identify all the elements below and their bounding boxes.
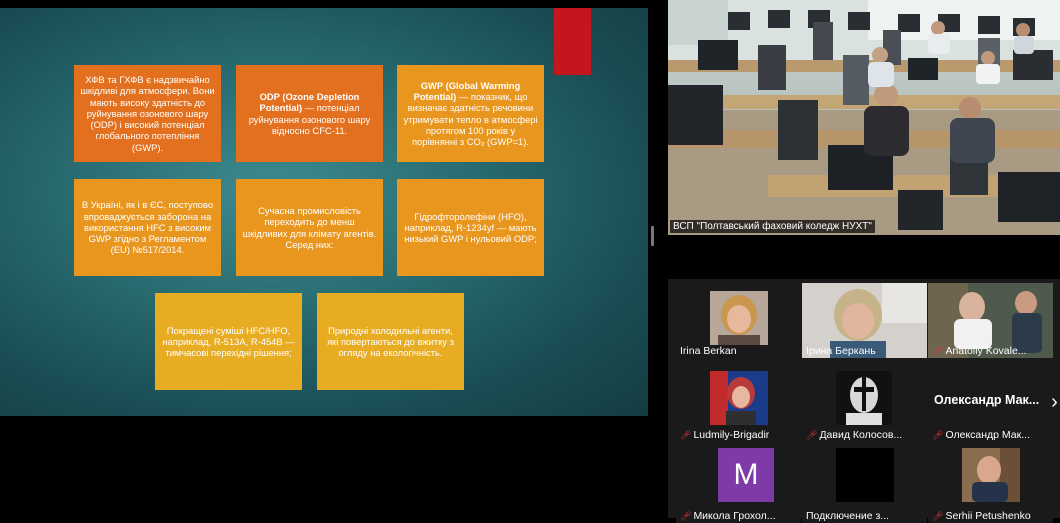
slide-box-run: ХФВ та ГХФВ є надзвичайно шкідливі для а… — [80, 74, 215, 153]
chevron-right-icon[interactable]: › — [1049, 391, 1060, 413]
participant-tile[interactable]: M 🎤︎ Микола Грохол... — [676, 448, 801, 523]
slide-box-natural: Природні холодильні агенти, які повертаю… — [317, 293, 464, 390]
slide-box-modern-industry: Сучасна промисловість переходить до менш… — [236, 179, 383, 276]
participant-gallery: Irina Berkan Ірина Беркань 🎤︎ Anatoliy Ko… — [668, 279, 1060, 523]
slide-box-text: GWP (Global Warming Potential) — показни… — [402, 80, 539, 147]
main-video-feed[interactable]: ВСП "Полтавський фаховий коледж НУХТ" — [668, 0, 1060, 235]
participant-name: 🎤︎ Anatoliy Kovale... — [932, 345, 1027, 357]
classroom-video-image — [668, 0, 1060, 235]
slide-box-text: Природні холодильні агенти, які повертаю… — [322, 325, 459, 359]
participant-display-name: Олександр Мак... — [934, 393, 1040, 407]
participant-video-blank — [836, 448, 894, 502]
participant-tile[interactable]: 🎤︎ Ludmily-Brigadir — [676, 367, 801, 442]
participant-name: 🎤︎ Ludmily-Brigadir — [680, 429, 770, 441]
slide-box-run: Сучасна промисловість переходить до менш… — [242, 205, 377, 250]
slide-box-text: ODP (Ozone Depletion Potential) — потенц… — [241, 91, 378, 136]
participant-video-image — [836, 371, 892, 425]
mic-muted-icon: 🎤︎ — [680, 430, 692, 440]
participant-tile[interactable]: Ірина Беркань — [802, 283, 927, 358]
slide-box-hfo: Гідрофторолефіни (HFO), наприклад, R-123… — [397, 179, 544, 276]
mic-muted-icon: 🎤︎ — [680, 511, 692, 521]
participant-name: 🎤︎ Serhii Petushenko — [932, 510, 1031, 522]
slide-accent-bar — [554, 8, 591, 75]
slide-box-run: Гідрофторолефіни (HFO), наприклад, R-123… — [404, 210, 537, 245]
participant-name: Подключение з... — [806, 510, 890, 522]
slide-box-text: В Україні, як і в ЄС, поступово впровадж… — [79, 199, 216, 255]
slide-box-odp: ODP (Ozone Depletion Potential) — потенц… — [236, 65, 383, 162]
participant-tile[interactable]: Подключение з... — [802, 448, 927, 523]
participant-name: Ірина Беркань — [806, 345, 876, 357]
participant-name: 🎤︎ Давид Колосов... — [806, 429, 903, 441]
participant-tile[interactable]: 🎤︎ Давид Колосов... — [802, 367, 927, 442]
slide-box-text: ХФВ та ГХФВ є надзвичайно шкідливі для а… — [79, 74, 216, 152]
slide-box-run: Природні холодильні агенти, які повертаю… — [327, 324, 454, 359]
participant-name: Irina Berkan — [680, 345, 737, 357]
participant-video-image — [710, 371, 768, 425]
participant-video-image — [710, 291, 768, 345]
slide-box-text: Гідрофторолефіни (HFO), наприклад, R-123… — [402, 211, 539, 245]
slide-box-hfc-hchfc: ХФВ та ГХФВ є надзвичайно шкідливі для а… — [74, 65, 221, 162]
participant-initial-avatar: M — [718, 448, 774, 502]
shared-slide: ХФВ та ГХФВ є надзвичайно шкідливі для а… — [0, 8, 648, 416]
slide-box-run: Покращені суміші HFC/HFO, наприклад, R-5… — [162, 324, 295, 359]
slide-box-text: Сучасна промисловість переходить до менш… — [241, 205, 378, 250]
slide-box-blends: Покращені суміші HFC/HFO, наприклад, R-5… — [155, 293, 302, 390]
split-resize-handle[interactable] — [651, 226, 654, 246]
participant-tile[interactable]: 🎤︎ Anatoliy Kovale... — [928, 283, 1053, 358]
participant-tile[interactable]: Олександр Мак... 🎤︎ Олександр Мак... — [928, 367, 1053, 442]
participant-tile[interactable]: 🎤︎ Serhii Petushenko — [928, 448, 1053, 523]
slide-box-gwp: GWP (Global Warming Potential) — показни… — [397, 65, 544, 162]
mic-muted-icon: 🎤︎ — [932, 511, 944, 521]
participant-video-image — [962, 448, 1020, 502]
participant-name: 🎤︎ Олександр Мак... — [932, 429, 1030, 441]
participant-name: 🎤︎ Микола Грохол... — [680, 510, 776, 522]
slide-box-ukraine-eu: В Україні, як і в ЄС, поступово впровадж… — [74, 179, 221, 276]
slide-box-text: Покращені суміші HFC/HFO, наприклад, R-5… — [160, 325, 297, 359]
mic-muted-icon: 🎤︎ — [932, 430, 944, 440]
mic-muted-icon: 🎤︎ — [806, 430, 818, 440]
mic-muted-icon: 🎤︎ — [932, 346, 944, 356]
main-video-name-label: ВСП "Полтавський фаховий коледж НУХТ" — [670, 220, 875, 233]
slide-box-run: В Україні, як і в ЄС, поступово впровадж… — [81, 199, 214, 256]
participant-tile[interactable]: Irina Berkan — [676, 283, 801, 358]
